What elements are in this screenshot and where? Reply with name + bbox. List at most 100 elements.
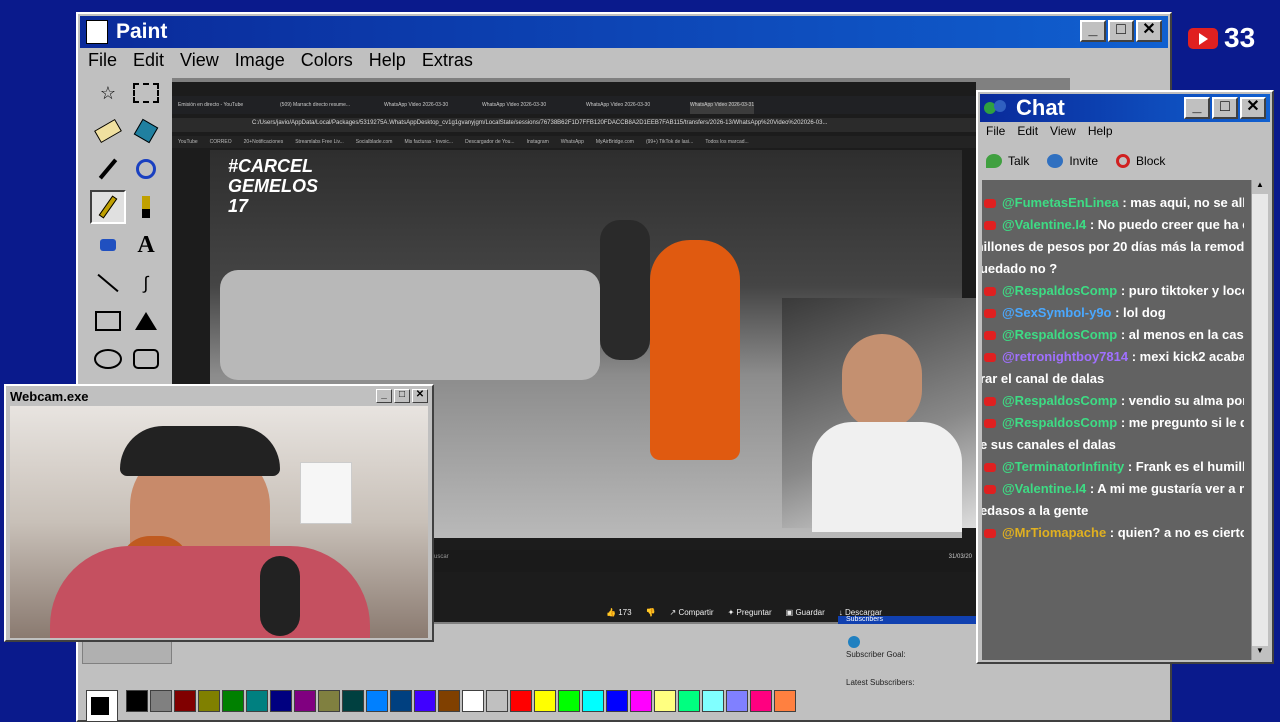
browser-tab[interactable]: (509) Marrach directo resume... bbox=[280, 102, 350, 114]
webcam-close-button[interactable]: ✕ bbox=[412, 389, 428, 403]
palette-swatch[interactable] bbox=[558, 690, 580, 712]
palette-swatch[interactable] bbox=[462, 690, 484, 712]
palette-swatch[interactable] bbox=[390, 690, 412, 712]
chat-username[interactable]: @MrTiomapache bbox=[1002, 525, 1106, 540]
like-button[interactable]: 👍 173 bbox=[606, 608, 632, 617]
chat-scrollbar[interactable]: ▲ ▼ bbox=[1251, 180, 1268, 660]
palette-swatch[interactable] bbox=[342, 690, 364, 712]
palette-swatch[interactable] bbox=[198, 690, 220, 712]
polygon-tool[interactable] bbox=[128, 304, 164, 338]
menu-help[interactable]: Help bbox=[369, 50, 406, 71]
palette-swatch[interactable] bbox=[318, 690, 340, 712]
bookmark[interactable]: Streamlabs Free Liv... bbox=[295, 136, 344, 148]
browser-tab[interactable]: WhatsApp Video 2026-03-30 bbox=[586, 102, 650, 114]
palette-swatch[interactable] bbox=[438, 690, 460, 712]
paint-maximize-button[interactable]: □ bbox=[1108, 20, 1134, 42]
chat-close-button[interactable]: ✕ bbox=[1240, 97, 1266, 119]
palette-swatch[interactable] bbox=[150, 690, 172, 712]
eraser-tool[interactable] bbox=[90, 114, 126, 148]
chat-username[interactable]: @RespaldosComp bbox=[1002, 415, 1117, 430]
palette-swatch[interactable] bbox=[126, 690, 148, 712]
palette-swatch[interactable] bbox=[486, 690, 508, 712]
save-button[interactable]: ▣ Guardar bbox=[786, 608, 825, 617]
palette-swatch[interactable] bbox=[174, 690, 196, 712]
chat-username[interactable]: @TerminatorInfinity bbox=[1002, 459, 1124, 474]
bookmark[interactable]: CORREO bbox=[210, 136, 232, 148]
block-button[interactable]: Block bbox=[1116, 154, 1165, 169]
text-tool[interactable]: A bbox=[128, 228, 164, 262]
bookmark[interactable]: 20+Notificaciones bbox=[244, 136, 284, 148]
palette-swatch[interactable] bbox=[726, 690, 748, 712]
chat-menu-help[interactable]: Help bbox=[1088, 124, 1113, 138]
palette-swatch[interactable] bbox=[654, 690, 676, 712]
chat-username[interactable]: @RespaldosComp bbox=[1002, 327, 1117, 342]
chat-menu-file[interactable]: File bbox=[986, 124, 1005, 138]
rect-select-tool[interactable] bbox=[128, 76, 164, 110]
chat-username[interactable]: @Valentine.I4 bbox=[1002, 481, 1086, 496]
chat-username[interactable]: @RespaldosComp bbox=[1002, 393, 1117, 408]
chat-menu-view[interactable]: View bbox=[1050, 124, 1076, 138]
palette-swatch[interactable] bbox=[678, 690, 700, 712]
rectangle-tool[interactable] bbox=[90, 304, 126, 338]
bookmark[interactable]: Mis facturas - Invoic... bbox=[404, 136, 453, 148]
palette-swatch[interactable] bbox=[414, 690, 436, 712]
menu-colors[interactable]: Colors bbox=[301, 50, 353, 71]
scroll-down-arrow-icon[interactable]: ▼ bbox=[1252, 646, 1268, 660]
palette-swatch[interactable] bbox=[222, 690, 244, 712]
line-tool[interactable] bbox=[90, 266, 126, 300]
palette-swatch[interactable] bbox=[246, 690, 268, 712]
invite-button[interactable]: Invite bbox=[1047, 154, 1098, 169]
ask-button[interactable]: ✦ Preguntar bbox=[728, 608, 772, 617]
palette-swatch[interactable] bbox=[606, 690, 628, 712]
ellipse-tool[interactable] bbox=[90, 342, 126, 376]
palette-swatch[interactable] bbox=[750, 690, 772, 712]
menu-image[interactable]: Image bbox=[235, 50, 285, 71]
paint-close-button[interactable]: ✕ bbox=[1136, 20, 1162, 42]
chat-username[interactable]: @retronightboy7814 bbox=[1002, 349, 1128, 364]
browser-tab[interactable]: WhatsApp Video 2026-03-31 bbox=[690, 102, 755, 114]
chat-titlebar[interactable]: Chat _ □ ✕ bbox=[980, 94, 1270, 122]
palette-swatch[interactable] bbox=[534, 690, 556, 712]
palette-swatch[interactable] bbox=[774, 690, 796, 712]
airbrush-tool[interactable] bbox=[90, 228, 126, 262]
talk-button[interactable]: Talk bbox=[986, 154, 1029, 169]
share-button[interactable]: ↗ Compartir bbox=[670, 608, 714, 617]
chat-username[interactable]: @SexSymbol-y9o bbox=[1002, 305, 1112, 320]
bookmark[interactable]: (99+) TikTok de lasi... bbox=[646, 136, 693, 148]
palette-swatch[interactable] bbox=[270, 690, 292, 712]
chat-maximize-button[interactable]: □ bbox=[1212, 97, 1238, 119]
browser-address-bar[interactable]: C:/Users/javio/AppData/Local/Packages/53… bbox=[172, 118, 976, 132]
palette-swatch[interactable] bbox=[630, 690, 652, 712]
magnifier-tool[interactable] bbox=[128, 152, 164, 186]
rounded-rect-tool[interactable] bbox=[128, 342, 164, 376]
menu-edit[interactable]: Edit bbox=[133, 50, 164, 71]
menu-file[interactable]: File bbox=[88, 50, 117, 71]
webcam-titlebar[interactable]: Webcam.exe _ □ ✕ bbox=[8, 387, 430, 405]
chat-username[interactable]: @FumetasEnLinea bbox=[1002, 195, 1119, 210]
paint-titlebar[interactable]: Paint _ □ ✕ bbox=[80, 16, 1168, 48]
browser-tab[interactable]: Emisión en directo - YouTube bbox=[178, 102, 243, 114]
palette-swatch[interactable] bbox=[366, 690, 388, 712]
chat-minimize-button[interactable]: _ bbox=[1184, 97, 1210, 119]
palette-swatch[interactable] bbox=[582, 690, 604, 712]
bookmark[interactable]: Descargador de You... bbox=[465, 136, 514, 148]
browser-tab[interactable]: WhatsApp Video 2026-03-30 bbox=[384, 102, 448, 114]
chat-messages-panel[interactable]: @FumetasEnLinea : mas aqui, no se alli p… bbox=[982, 180, 1268, 660]
menu-view[interactable]: View bbox=[180, 50, 219, 71]
bookmark[interactable]: Todos los marcad... bbox=[705, 136, 748, 148]
chat-menu-edit[interactable]: Edit bbox=[1017, 124, 1038, 138]
scroll-up-arrow-icon[interactable]: ▲ bbox=[1252, 180, 1268, 194]
browser-tab[interactable]: WhatsApp Video 2026-03-30 bbox=[482, 102, 546, 114]
webcam-minimize-button[interactable]: _ bbox=[376, 389, 392, 403]
color-picker-tool[interactable] bbox=[90, 152, 126, 186]
dislike-button[interactable]: 👎 bbox=[646, 608, 656, 617]
fill-tool[interactable] bbox=[128, 114, 164, 148]
bookmark[interactable]: Instagram bbox=[527, 136, 549, 148]
palette-swatch[interactable] bbox=[294, 690, 316, 712]
pencil-tool[interactable] bbox=[90, 190, 126, 224]
bookmark[interactable]: WhatsApp bbox=[561, 136, 584, 148]
curve-tool[interactable]: ∫ bbox=[128, 266, 164, 300]
brush-tool[interactable] bbox=[128, 190, 164, 224]
paint-minimize-button[interactable]: _ bbox=[1080, 20, 1106, 42]
chat-username[interactable]: @Valentine.I4 bbox=[1002, 217, 1086, 232]
